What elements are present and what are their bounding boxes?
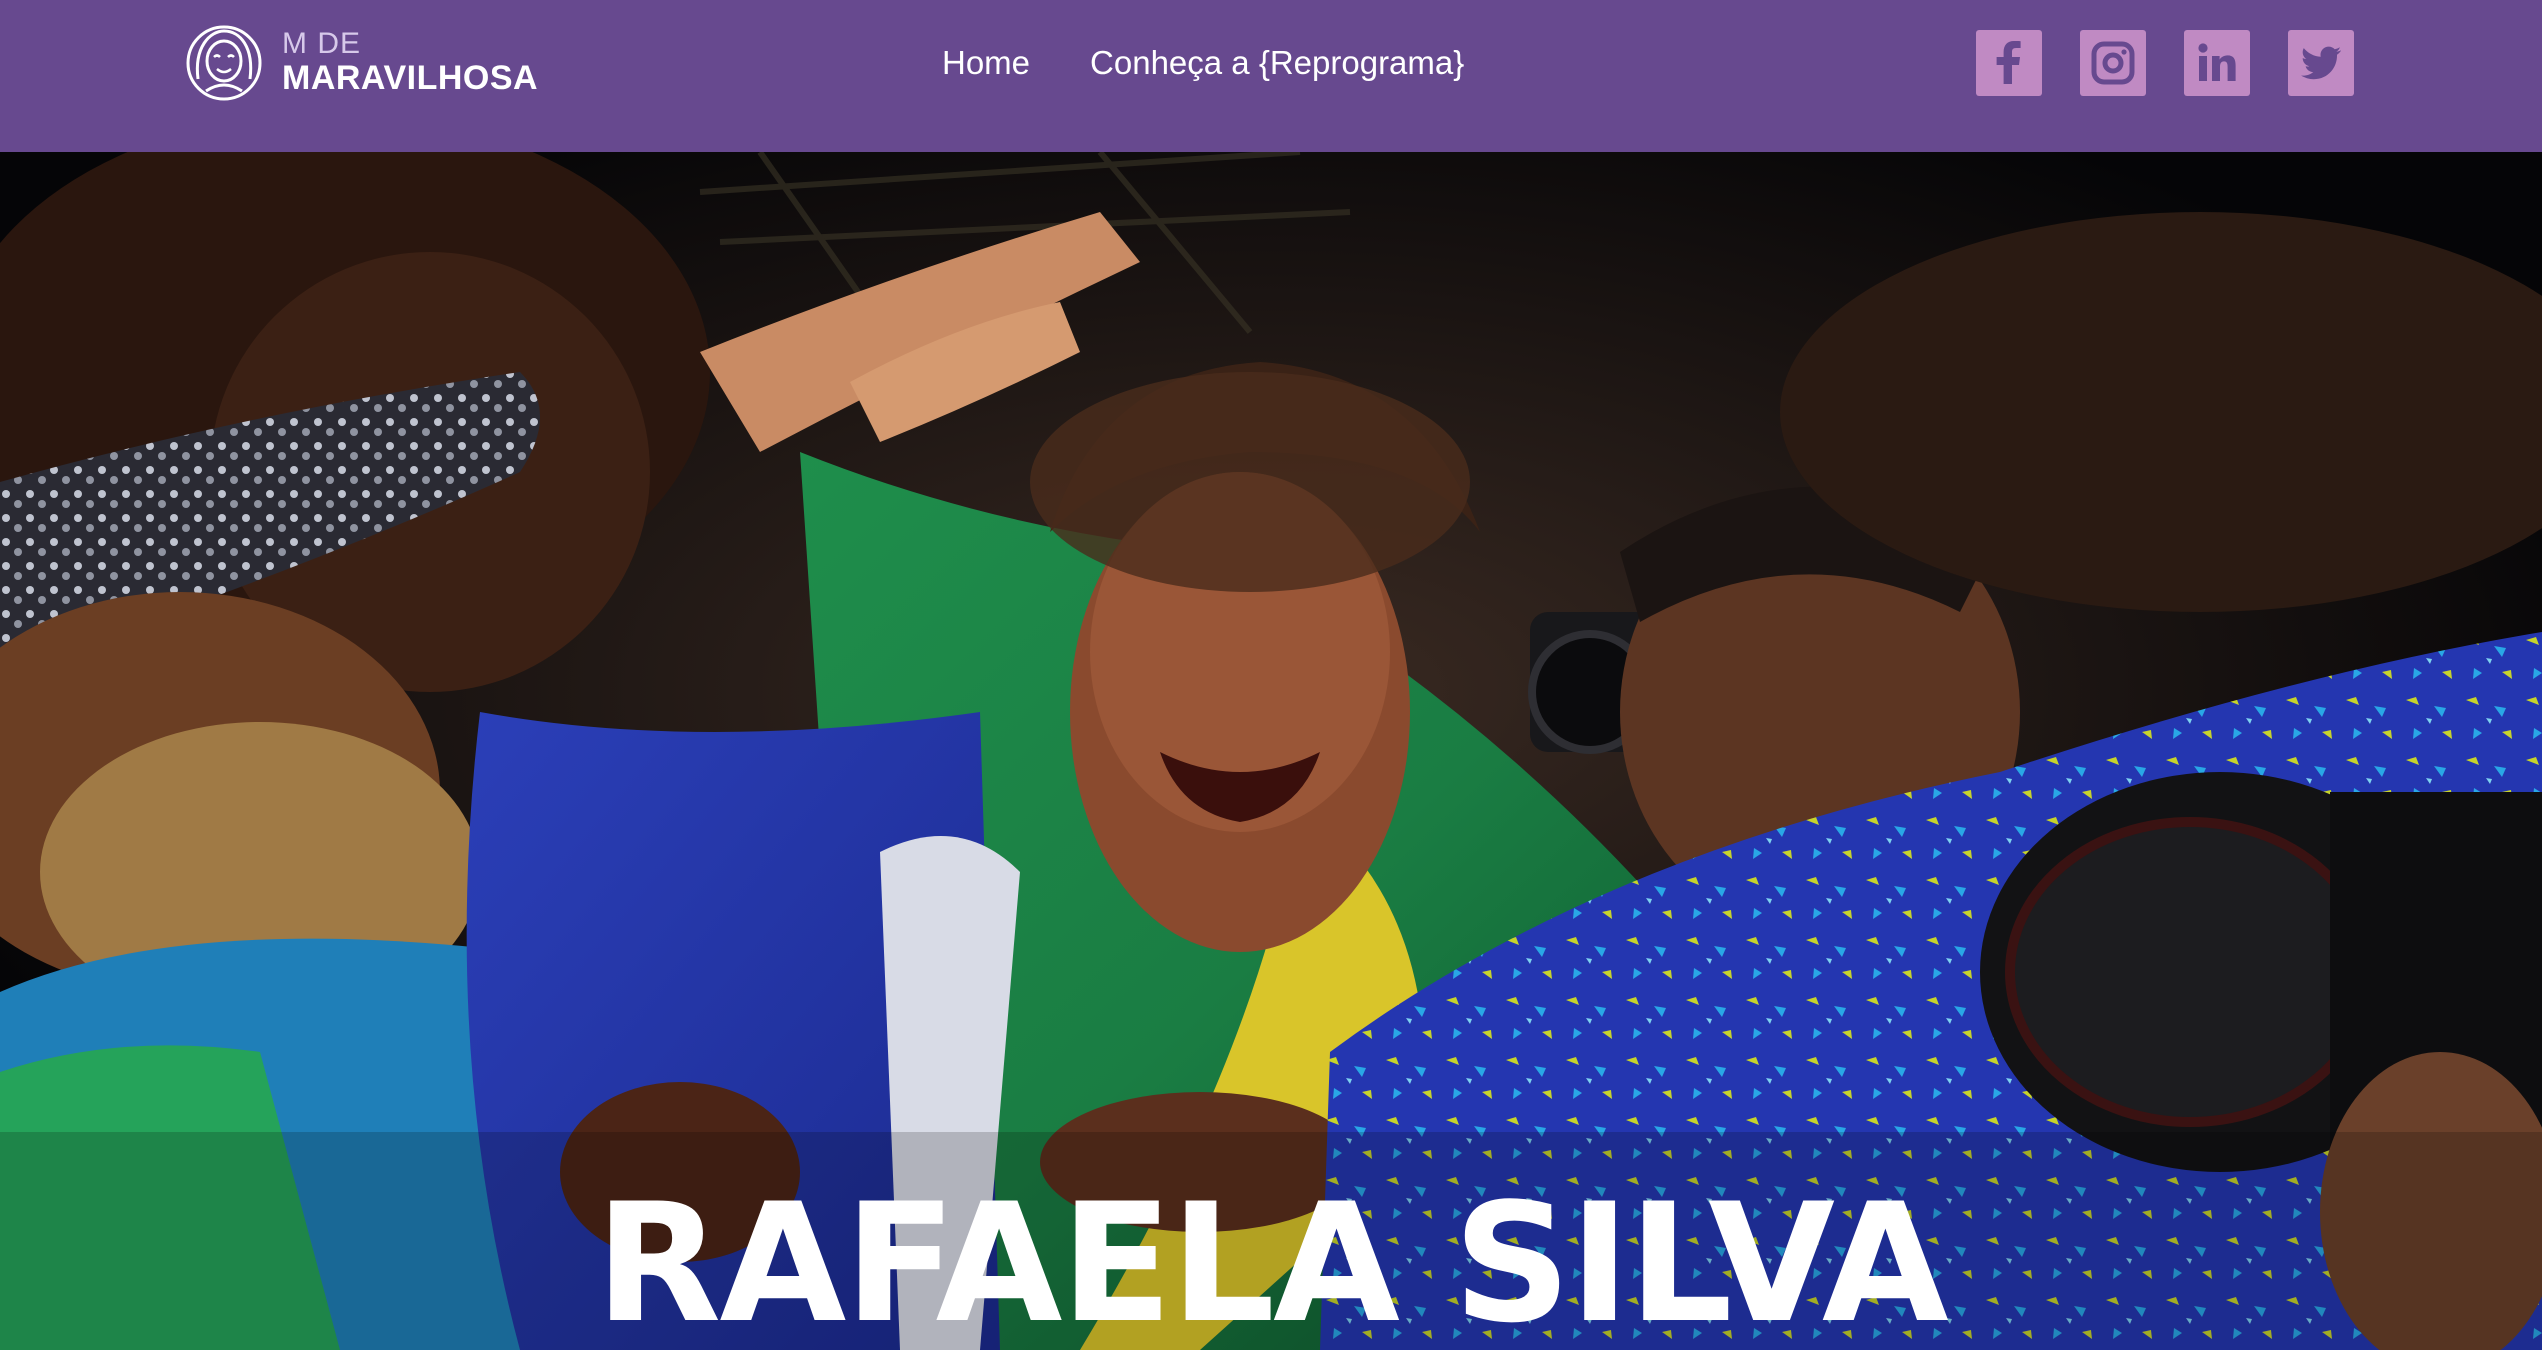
main-nav: Home Conheça a {Reprograma} xyxy=(942,40,1524,86)
instagram-button[interactable] xyxy=(2080,30,2146,96)
twitter-button[interactable] xyxy=(2288,30,2354,96)
logo-line2: MARAVILHOSA xyxy=(282,59,539,97)
instagram-icon xyxy=(2091,41,2135,85)
site-logo[interactable]: M DE MARAVILHOSA xyxy=(184,16,538,108)
hero-title: RAFAELA SILVA xyxy=(595,1168,1949,1350)
logo-line1: M DE xyxy=(282,27,361,60)
hero-section: RAFAELA SILVA xyxy=(0,152,2542,1350)
facebook-icon xyxy=(1996,41,2021,84)
woman-face-icon xyxy=(186,25,262,101)
linkedin-button[interactable] xyxy=(2184,30,2250,96)
linkedin-icon xyxy=(2198,43,2236,81)
navbar: M DE MARAVILHOSA Home Conheça a {Reprogr… xyxy=(0,0,2542,152)
social-links xyxy=(1976,30,2354,96)
facebook-button[interactable] xyxy=(1976,30,2042,96)
nav-home-link[interactable]: Home xyxy=(942,44,1030,82)
nav-reprograma-link[interactable]: Conheça a {Reprograma} xyxy=(1090,44,1464,82)
twitter-icon xyxy=(2301,46,2342,80)
